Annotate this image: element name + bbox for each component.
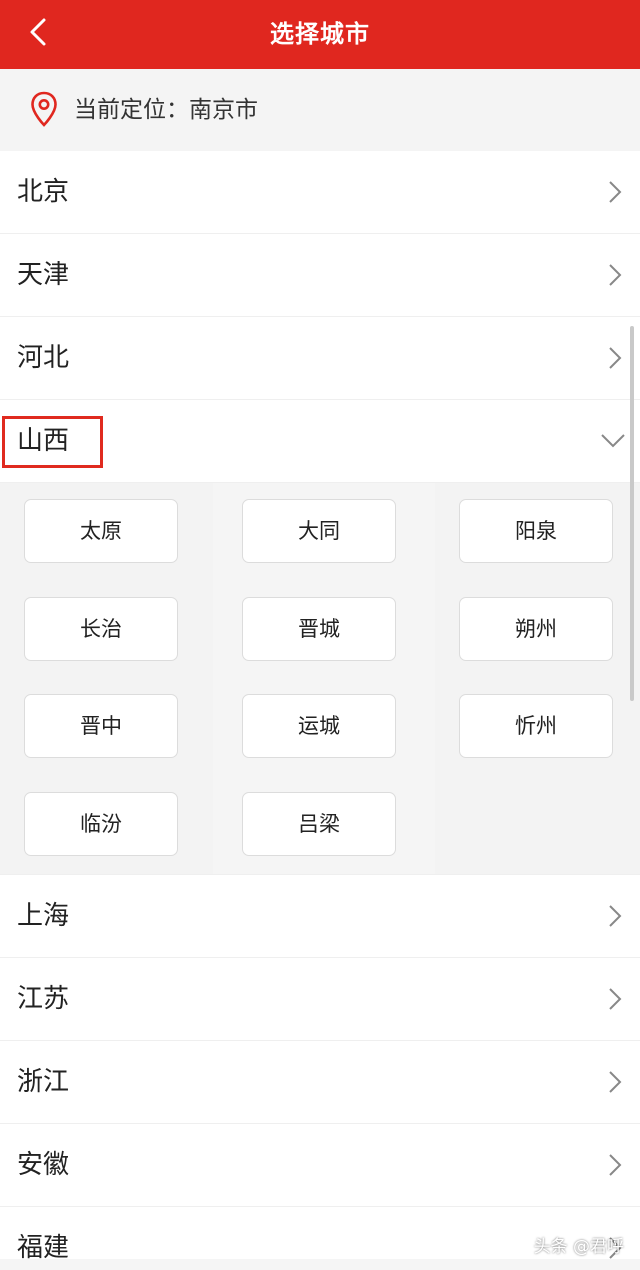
province-label: 福建 [17,1233,70,1259]
watermark-text: 头条 @君呼 [533,1237,624,1257]
city-chip[interactable]: 忻州 [459,694,613,758]
province-row[interactable]: 上海 [0,875,640,958]
city-chip[interactable]: 朔州 [459,597,613,661]
city-grid: 太原 大同 阳泉 长治 晋城 朔州 晋中 运城 忻州 临汾 吕梁 [0,483,640,875]
province-row[interactable]: 天津 [0,234,640,317]
province-label: 天津 [17,260,70,290]
province-label: 浙江 [17,1067,70,1097]
province-row[interactable]: 河北 [0,317,640,400]
chevron-right-icon [609,181,622,203]
city-chip[interactable]: 长治 [24,597,178,661]
province-list[interactable]: 北京 天津 河北 山西 太原 大同 阳泉 长治 晋城 朔州 晋中 运城 忻州 临… [0,151,640,1259]
chevron-right-icon [609,988,622,1010]
province-row-expanded[interactable]: 山西 [0,400,640,483]
chevron-down-icon [601,434,625,448]
location-pin-icon [31,91,57,127]
province-row[interactable]: 浙江 [0,1041,640,1124]
chevron-right-icon [609,264,622,286]
current-location-text: 当前定位：南京市 [74,97,258,123]
chevron-right-icon [609,905,622,927]
chevron-right-icon [609,1071,622,1093]
province-row[interactable]: 北京 [0,151,640,234]
navbar: 选择城市 [0,0,640,69]
city-chip[interactable]: 阳泉 [459,499,613,563]
city-chip[interactable]: 运城 [242,694,396,758]
province-label: 北京 [17,177,70,207]
chevron-right-icon [609,1154,622,1176]
page-title: 选择城市 [270,20,370,48]
chevron-right-icon [609,347,622,369]
province-label: 上海 [17,901,70,931]
city-chip[interactable]: 大同 [242,499,396,563]
province-label: 安徽 [17,1150,70,1180]
city-chip[interactable]: 晋城 [242,597,396,661]
province-row[interactable]: 安徽 [0,1124,640,1207]
province-label: 河北 [17,343,70,373]
city-chip[interactable]: 太原 [24,499,178,563]
scrollbar[interactable] [630,326,634,701]
province-label: 山西 [17,426,70,456]
city-chip[interactable]: 临汾 [24,792,178,856]
province-label: 江苏 [17,984,70,1014]
city-chip[interactable]: 晋中 [24,694,178,758]
province-row[interactable]: 江苏 [0,958,640,1041]
current-location-bar[interactable]: 当前定位：南京市 [0,69,640,151]
city-chip[interactable]: 吕梁 [242,792,396,856]
